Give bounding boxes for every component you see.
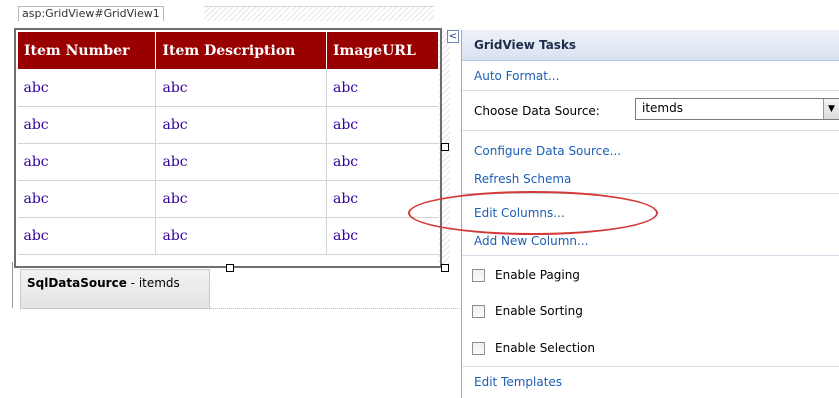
resize-handle-right[interactable] xyxy=(441,143,449,151)
resize-handle-bottom[interactable] xyxy=(226,264,234,272)
grid-cell: abc xyxy=(155,217,327,255)
dropdown-arrow-icon[interactable]: ▼ xyxy=(823,99,839,119)
divider xyxy=(462,130,839,131)
auto-format-link[interactable]: Auto Format... xyxy=(474,69,559,83)
enable-sorting-label[interactable]: Enable Sorting xyxy=(495,304,583,318)
add-new-column-link[interactable]: Add New Column... xyxy=(474,234,588,248)
smart-tag-collapse-button[interactable]: < xyxy=(447,30,459,43)
tasks-panel-title: GridView Tasks xyxy=(462,30,839,61)
table-row: abc abc abc xyxy=(17,106,439,144)
dotted-divider xyxy=(210,308,460,309)
refresh-schema-link[interactable]: Refresh Schema xyxy=(474,172,571,186)
enable-paging-label[interactable]: Enable Paging xyxy=(495,268,580,282)
resize-handle-bottom-right[interactable] xyxy=(441,264,449,272)
grid-cell: abc xyxy=(17,143,157,181)
sqldatasource-id: itemds xyxy=(138,276,180,290)
edit-templates-link[interactable]: Edit Templates xyxy=(474,375,562,389)
grid-cell: abc xyxy=(155,69,327,107)
grid-cell: abc xyxy=(155,180,327,218)
enable-selection-checkbox[interactable] xyxy=(472,342,485,355)
grid-cell: abc xyxy=(17,180,157,218)
grid-cell: abc xyxy=(17,217,157,255)
grid-cell: abc xyxy=(325,106,439,144)
grid-header-imageurl: ImageURL xyxy=(325,31,440,70)
enable-selection-label[interactable]: Enable Selection xyxy=(495,341,595,355)
configure-data-source-link[interactable]: Configure Data Source... xyxy=(474,144,621,158)
sqldatasource-type: SqlDataSource xyxy=(27,276,127,290)
enable-paging-checkbox[interactable] xyxy=(472,269,485,282)
sqldatasource-control[interactable]: SqlDataSource - itemds xyxy=(20,269,210,309)
divider xyxy=(462,255,839,256)
choose-data-source-label: Choose Data Source: xyxy=(474,104,600,118)
grid-cell: abc xyxy=(325,143,439,181)
data-source-dropdown[interactable]: itemds ▼ xyxy=(635,98,839,120)
table-row: abc abc abc xyxy=(17,143,439,181)
highlight-oval-annotation xyxy=(408,191,658,235)
data-source-value: itemds xyxy=(642,101,683,115)
enable-sorting-checkbox[interactable] xyxy=(472,305,485,318)
table-row: abc abc abc xyxy=(17,69,439,107)
grid-cell: abc xyxy=(17,69,157,107)
table-row: abc abc abc xyxy=(17,180,439,218)
divider xyxy=(462,366,839,367)
grid-header-item-number: Item Number xyxy=(16,31,157,70)
divider xyxy=(462,90,839,91)
gridview-preview[interactable]: Item Number Item Description ImageURL ab… xyxy=(16,31,440,255)
sqldatasource-separator: - xyxy=(126,276,139,290)
grid-cell: abc xyxy=(325,69,439,107)
divider xyxy=(12,262,13,308)
grid-cell: abc xyxy=(17,106,157,144)
grid-cell: abc xyxy=(155,106,327,144)
table-row: abc abc abc xyxy=(17,217,439,255)
grid-header-row: Item Number Item Description ImageURL xyxy=(16,31,440,70)
selection-hatch xyxy=(204,6,434,21)
control-tag-label: asp:GridView#GridView1 xyxy=(18,6,164,21)
grid-header-item-description: Item Description xyxy=(155,31,327,70)
grid-cell: abc xyxy=(155,143,327,181)
